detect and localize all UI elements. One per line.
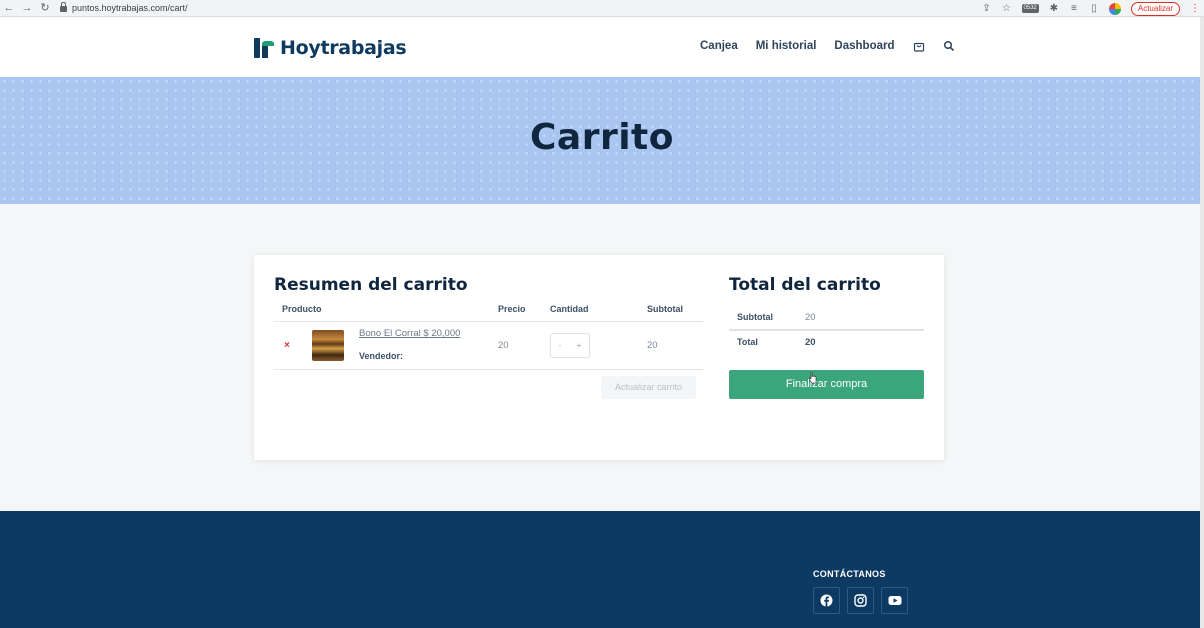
site-footer: CONTÁCTANOS xyxy=(0,511,1204,628)
nav-dashboard[interactable]: Dashboard xyxy=(834,40,894,52)
update-cart-button[interactable]: Actualizar carrito xyxy=(601,376,696,399)
menu-kebab-icon[interactable]: ⋮ xyxy=(1190,3,1200,14)
page-scrollbar[interactable] xyxy=(1200,17,1204,628)
checkout-button[interactable]: Finalizar compra xyxy=(729,370,924,399)
cart-total-title: Total del carrito xyxy=(729,275,881,295)
quantity-increase-button[interactable]: + xyxy=(577,341,582,350)
address-bar[interactable]: puntos.hoytrabajas.com/cart/ xyxy=(60,0,188,17)
product-name-link[interactable]: Bono El Corral $ 20,000 xyxy=(359,328,460,339)
side-panel-icon[interactable]: ▯ xyxy=(1089,3,1099,14)
extension-badge[interactable]: 0532 xyxy=(1021,4,1039,13)
product-thumbnail[interactable] xyxy=(312,330,344,361)
cart-card: Resumen del carrito Producto Precio Cant… xyxy=(254,255,944,460)
total-label: Total xyxy=(737,337,758,347)
item-price: 20 xyxy=(498,340,509,351)
remove-item-icon[interactable]: × xyxy=(284,340,290,351)
facebook-icon[interactable] xyxy=(813,587,840,614)
instagram-icon[interactable] xyxy=(847,587,874,614)
back-icon[interactable]: ← xyxy=(0,0,18,17)
site-logo[interactable]: Hoytrabajas xyxy=(254,37,407,59)
search-icon[interactable] xyxy=(943,40,955,52)
quantity-stepper[interactable]: - + xyxy=(550,333,590,358)
cart-summary-title: Resumen del carrito xyxy=(274,275,468,295)
item-subtotal: 20 xyxy=(647,340,658,351)
url-text[interactable]: puntos.hoytrabajas.com/cart/ xyxy=(72,3,188,13)
youtube-icon[interactable] xyxy=(881,587,908,614)
lock-icon xyxy=(60,2,67,12)
cart-icon[interactable] xyxy=(913,40,925,52)
total-value: 20 xyxy=(805,337,816,348)
quantity-decrease-button[interactable]: - xyxy=(559,341,562,350)
column-header-price: Precio xyxy=(498,304,526,314)
main-nav: Canjea Mi historial Dashboard xyxy=(700,40,955,52)
column-header-quantity: Cantidad xyxy=(550,304,589,314)
page-hero: Carrito xyxy=(0,77,1204,204)
share-icon[interactable]: ⇪ xyxy=(982,3,992,14)
mouse-cursor-icon xyxy=(809,372,817,384)
nav-mi-historial[interactable]: Mi historial xyxy=(756,40,817,52)
extensions-puzzle-icon[interactable]: ✱ xyxy=(1049,3,1059,14)
contact-title: CONTÁCTANOS xyxy=(813,569,886,579)
profile-avatar[interactable] xyxy=(1108,2,1121,15)
logo-text: Hoytrabajas xyxy=(280,37,407,59)
logo-mark-icon xyxy=(254,38,276,58)
page-title: Carrito xyxy=(529,117,674,158)
table-row-divider xyxy=(274,369,703,370)
reload-icon[interactable]: ↻ xyxy=(36,0,54,17)
totals-divider xyxy=(729,329,924,331)
table-header-divider xyxy=(274,321,703,322)
site-header: Hoytrabajas Canjea Mi historial Dashboar… xyxy=(0,17,1204,77)
bookmark-star-icon[interactable]: ☆ xyxy=(1002,3,1012,14)
browser-update-button[interactable]: Actualizar xyxy=(1130,1,1180,16)
subtotal-value: 20 xyxy=(805,312,816,323)
reading-list-icon[interactable]: ≡ xyxy=(1069,3,1079,14)
column-header-subtotal: Subtotal xyxy=(647,304,683,314)
column-header-product: Producto xyxy=(282,304,322,314)
forward-icon[interactable]: → xyxy=(18,0,36,17)
vendor-label: Vendedor: xyxy=(359,351,404,361)
subtotal-label: Subtotal xyxy=(737,312,773,322)
nav-canjea[interactable]: Canjea xyxy=(700,40,738,52)
browser-toolbar: ← → ↻ puntos.hoytrabajas.com/cart/ ⇪ ☆ 0… xyxy=(0,0,1204,17)
